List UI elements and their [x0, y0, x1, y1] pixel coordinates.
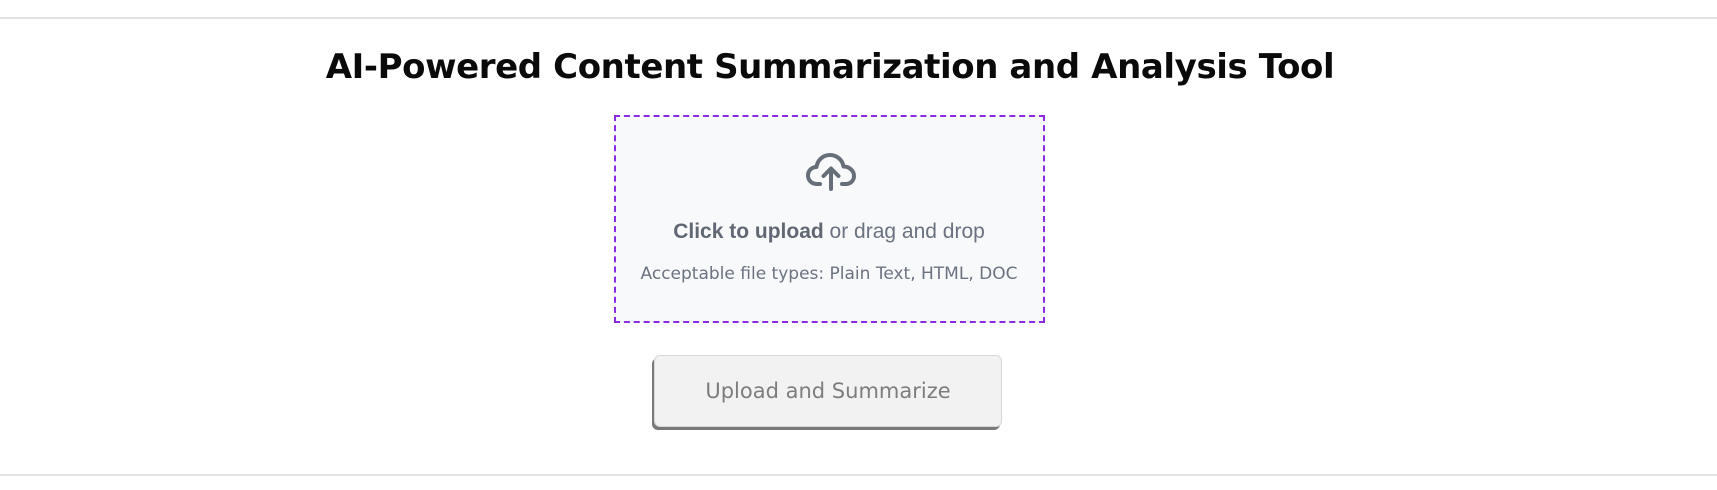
top-divider	[0, 17, 1717, 19]
click-to-upload-label[interactable]: Click to upload	[673, 220, 824, 243]
bottom-divider	[0, 474, 1717, 476]
drag-drop-label: or drag and drop	[823, 220, 985, 243]
cloud-upload-icon	[806, 153, 856, 191]
file-dropzone[interactable]: Click to upload or drag and drop Accepta…	[614, 115, 1045, 323]
upload-instructions: Click to upload or drag and drop	[616, 219, 1042, 245]
page-title: AI-Powered Content Summarization and Ana…	[325, 47, 1335, 87]
upload-and-summarize-button[interactable]: Upload and Summarize	[654, 355, 1002, 427]
accepted-file-types: Acceptable file types: Plain Text, HTML,…	[640, 264, 1018, 284]
page: AI-Powered Content Summarization and Ana…	[0, 0, 1717, 490]
